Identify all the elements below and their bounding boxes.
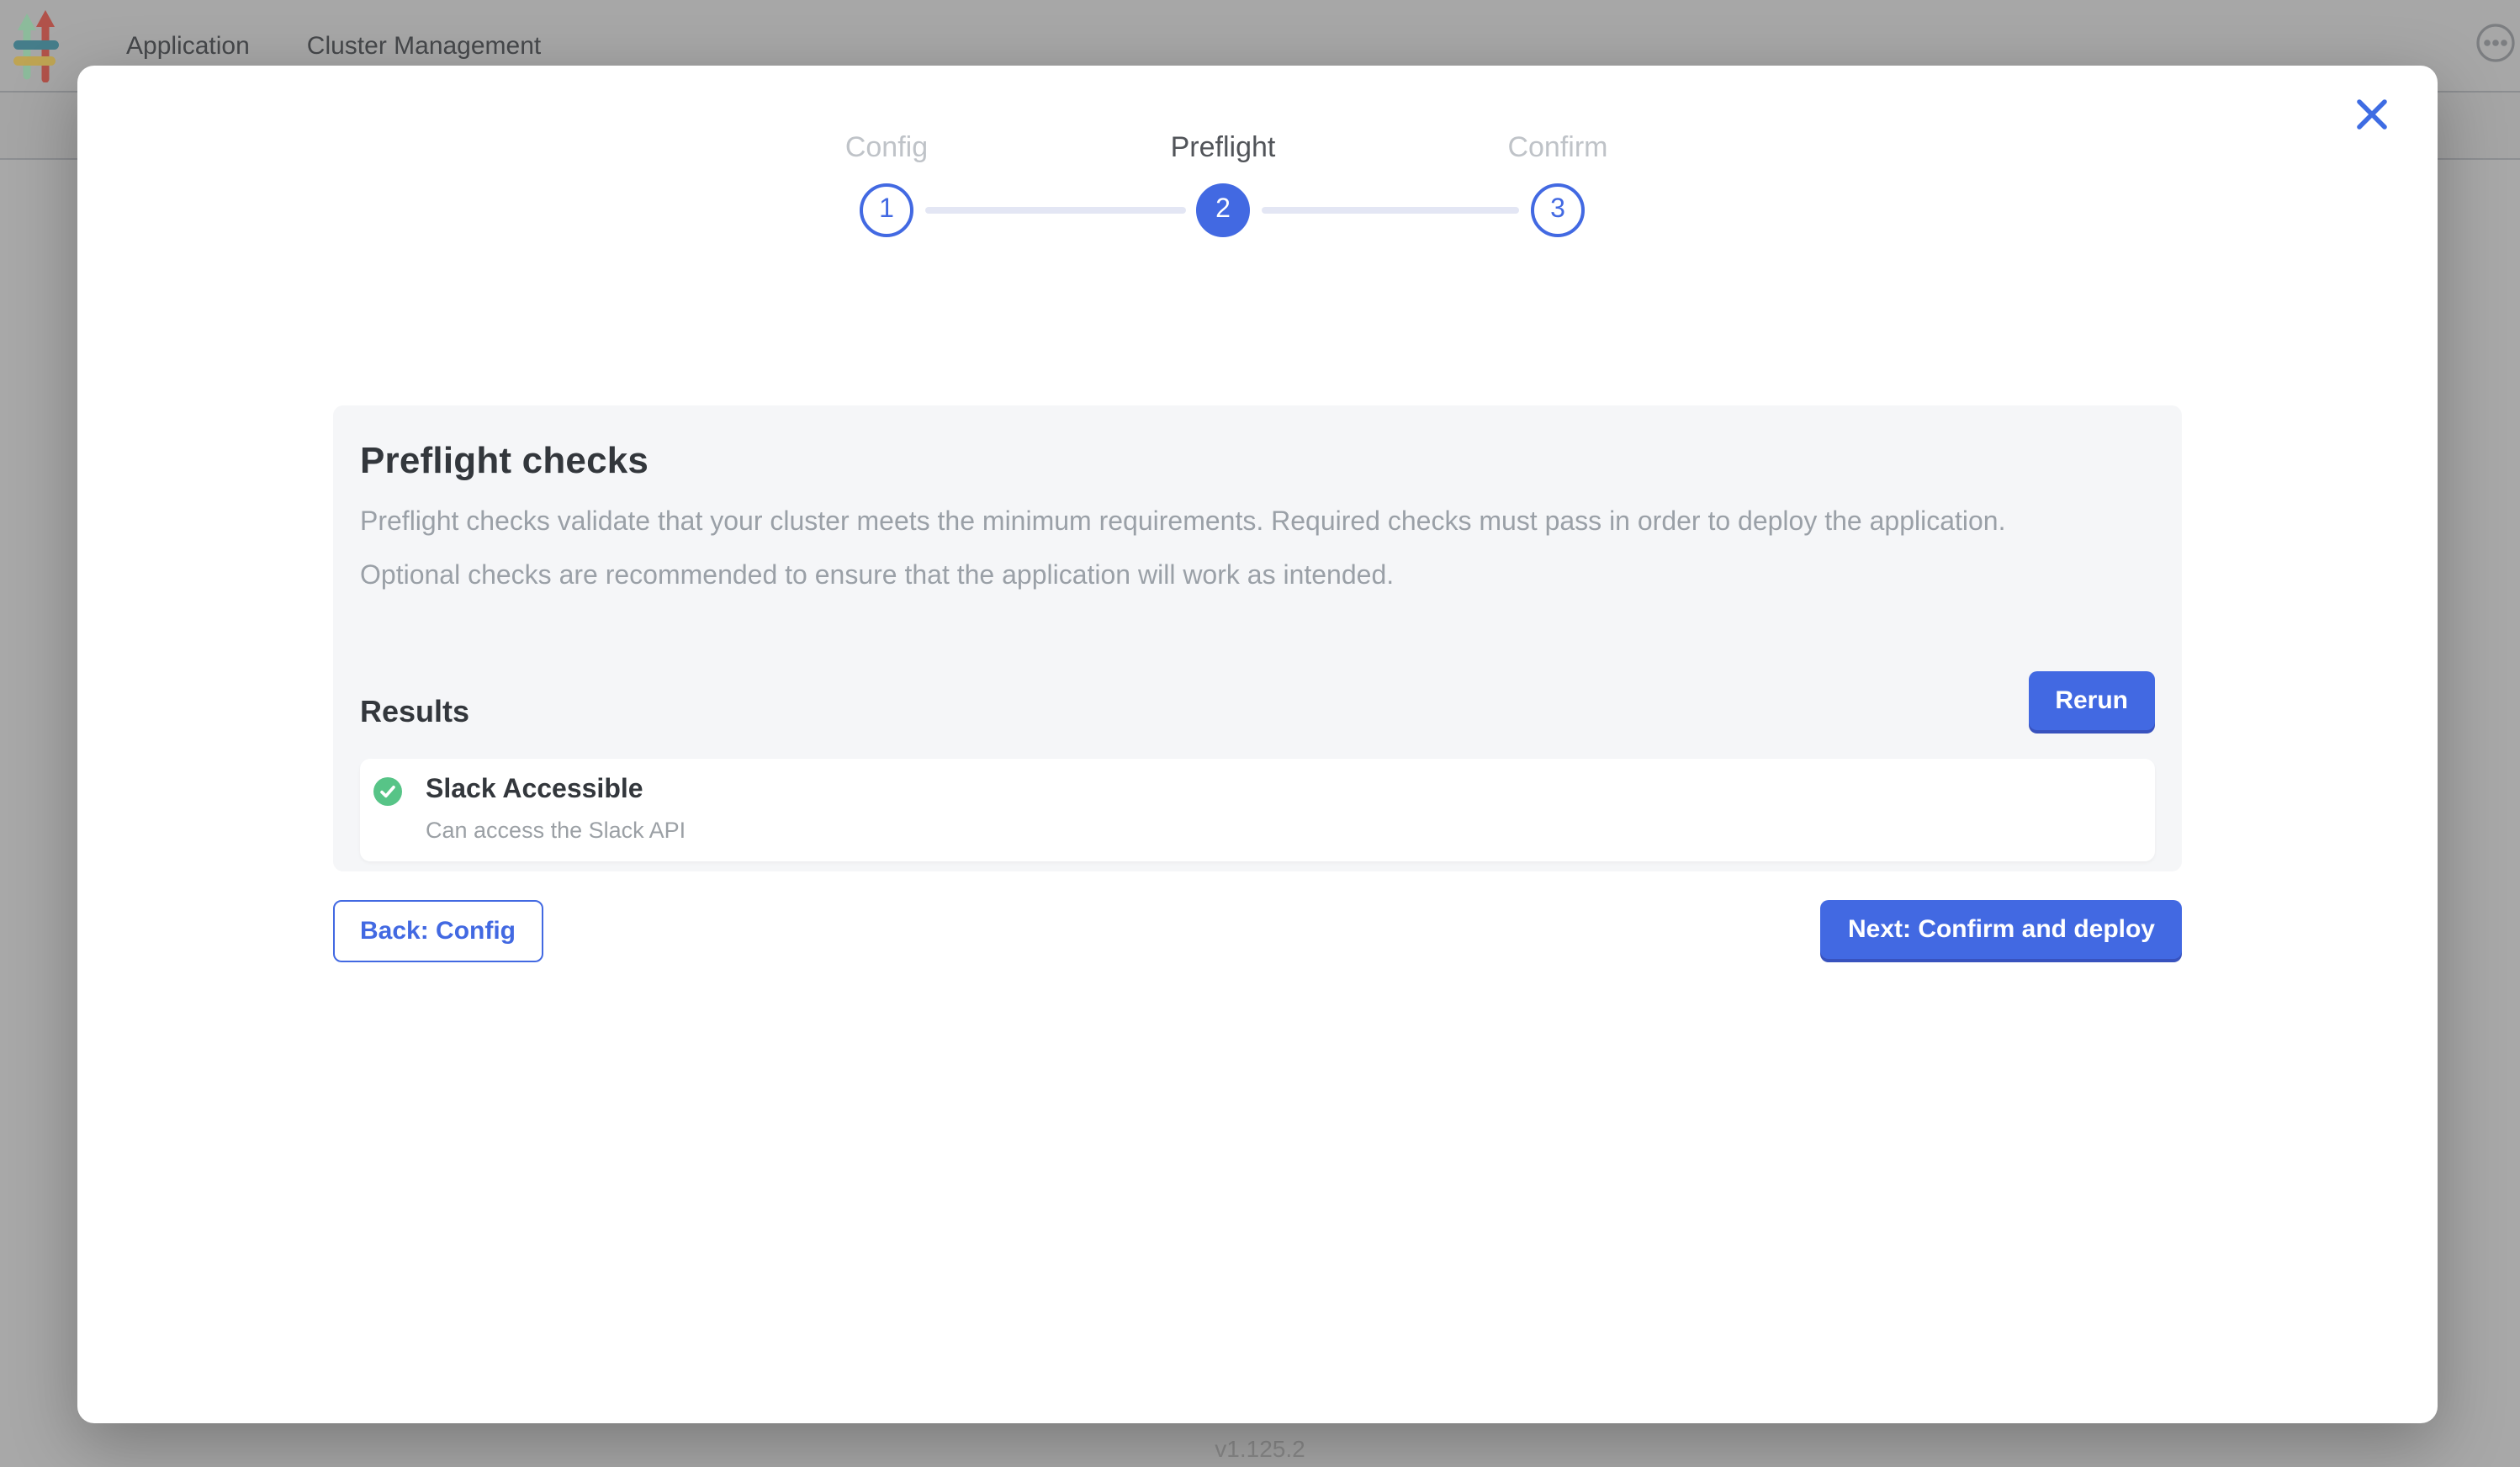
preflight-check-row: Slack Accessible Can access the Slack AP… <box>360 759 2155 861</box>
step-confirm: Confirm 3 <box>1440 131 1676 237</box>
preflight-panel: Preflight checks Preflight checks valida… <box>333 405 2182 871</box>
check-icon <box>379 782 397 801</box>
step-config-circle[interactable]: 1 <box>860 183 913 237</box>
check-pass-badge <box>373 777 402 806</box>
next-confirm-deploy-button[interactable]: Next: Confirm and deploy <box>1821 900 2182 959</box>
preflight-modal: Config 1 Preflight 2 Confirm 3 Preflight… <box>77 66 2438 1423</box>
rerun-button[interactable]: Rerun <box>2028 671 2155 730</box>
preflight-description: Preflight checks validate that your clus… <box>360 496 2096 604</box>
step-confirm-label: Confirm <box>1440 131 1676 165</box>
check-name: Slack Accessible <box>426 774 686 808</box>
step-config: Config 1 <box>769 131 1004 237</box>
check-description: Can access the Slack API <box>426 818 686 845</box>
back-config-button[interactable]: Back: Config <box>333 900 543 962</box>
wizard-stepper: Config 1 Preflight 2 Confirm 3 <box>77 66 2438 335</box>
step-preflight-circle[interactable]: 2 <box>1196 183 1250 237</box>
screen: Application Cluster Management v1.125.2 <box>0 0 2520 1467</box>
step-config-label: Config <box>769 131 1004 165</box>
results-header-row: Results Rerun <box>360 671 2155 730</box>
preflight-title: Preflight checks <box>360 439 2155 483</box>
step-preflight: Preflight 2 <box>1105 131 1341 237</box>
step-confirm-circle[interactable]: 3 <box>1531 183 1585 237</box>
step-preflight-label: Preflight <box>1105 131 1341 165</box>
results-label: Results <box>360 695 469 730</box>
check-text: Slack Accessible Can access the Slack AP… <box>426 774 686 845</box>
